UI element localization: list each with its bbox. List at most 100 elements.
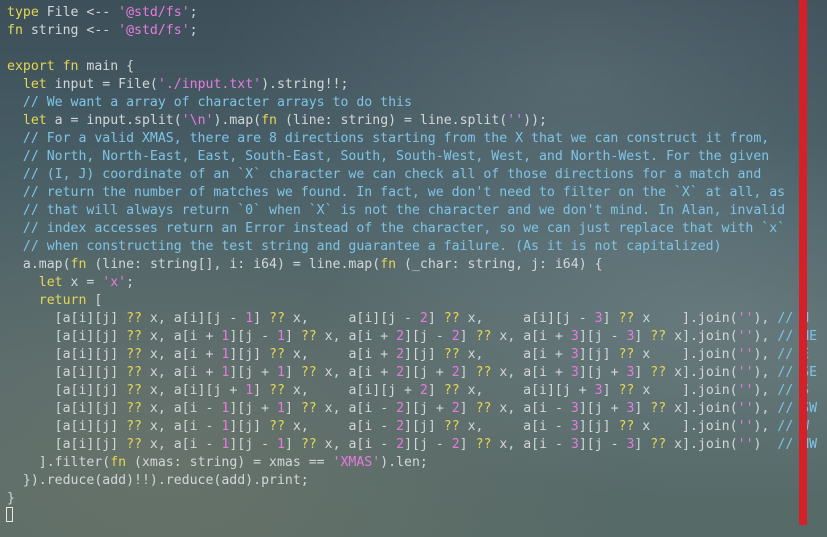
code-line: // when constructing the test string and… [7, 238, 817, 256]
code-token: // index accesses return an Error instea… [7, 221, 786, 236]
code-token: // when constructing the test string and… [7, 239, 722, 254]
code-token: ), [753, 401, 778, 416]
code-line: // For a valid XMAS, there are 8 directi… [7, 130, 817, 148]
code-token: ] [634, 437, 651, 452]
code-token: ?? [300, 365, 317, 380]
code-token: ?? [126, 383, 142, 398]
code-token: x, a[i][j + [141, 383, 246, 398]
code-token: '' [737, 347, 754, 362]
code-token: x, a[i + [141, 347, 222, 362]
code-token: ?? [443, 419, 460, 434]
code-token: '' [737, 383, 754, 398]
code-token: ][j - [229, 437, 277, 452]
code-token: ] [459, 401, 476, 416]
code-token: input = File( [46, 77, 158, 92]
code-line: let x = 'x'; [7, 274, 817, 292]
code-token: x = [62, 275, 103, 290]
code-token: ?? [126, 419, 142, 434]
code-token: ][j + [578, 401, 627, 416]
code-token: x, a[i + [141, 329, 222, 344]
code-token: ?? [443, 347, 460, 362]
code-token: ] [284, 365, 301, 380]
code-line: // index accesses return an Error instea… [7, 220, 817, 238]
code-token: ?? [126, 311, 142, 326]
code-token: ?? [618, 383, 635, 398]
code-token: [a[i][j] [7, 419, 127, 434]
code-token: 3 [570, 347, 579, 362]
code-token: [a[i][j] [7, 311, 127, 326]
code-editor[interactable]: type File <-- '@std/fs'; fn string <-- '@… [7, 4, 817, 508]
code-token: x, a[i - [141, 419, 222, 434]
code-token: ?? [475, 401, 492, 416]
code-token: ?? [126, 329, 142, 344]
code-token: // We want a array of character arrays t… [7, 95, 412, 110]
code-token: ] [634, 329, 651, 344]
code-token: ] [284, 401, 301, 416]
code-token: File <-- [38, 5, 119, 20]
code-token: x, a[i - [316, 437, 397, 452]
code-token: ][j - [404, 437, 452, 452]
terminal-window[interactable]: type File <-- '@std/fs'; fn string <-- '@… [0, 0, 827, 537]
code-token: ][j - [404, 329, 452, 344]
code-token: fn [7, 23, 23, 38]
code-token: ), [753, 311, 778, 326]
code-token: // return the number of matches we found… [7, 185, 786, 200]
code-token: ?? [126, 347, 142, 362]
code-token: ?? [269, 383, 285, 398]
code-token: ?? [475, 437, 492, 452]
code-token: 2 [396, 437, 405, 452]
code-line: }).reduce(add)!!).reduce(add).print; [7, 472, 817, 490]
code-token: x, a[i + [141, 365, 222, 380]
code-token: ][j + [404, 365, 452, 380]
code-token: ] [602, 383, 619, 398]
code-token: return [38, 293, 87, 308]
code-token: ?? [269, 419, 285, 434]
code-token: '@std/fs' [118, 23, 190, 38]
code-line: // We want a array of character arrays t… [7, 94, 817, 112]
code-token: fn [70, 257, 87, 272]
code-token: (xmas: string) = xmas == [126, 455, 333, 470]
code-token: x, a[i + [284, 347, 397, 362]
code-token: ] [459, 365, 476, 380]
code-token: x, a[i + [459, 347, 571, 362]
code-line: // North, North-East, East, South-East, … [7, 148, 817, 166]
code-token: ?? [650, 365, 667, 380]
code-token: ?? [475, 329, 492, 344]
code-token: // NW [777, 437, 818, 452]
scroll-marker [799, 0, 807, 525]
code-token: ).len; [380, 455, 428, 470]
code-token: // NE [777, 329, 818, 344]
code-token: ?? [618, 419, 635, 434]
code-token: ?? [300, 401, 317, 416]
code-line: ].filter(fn (xmas: string) = xmas == 'XM… [7, 454, 817, 472]
code-token: ] [253, 311, 270, 326]
code-token: )); [523, 113, 547, 128]
code-token: main { [78, 59, 135, 74]
code-token: [ [86, 293, 103, 308]
code-token: ][j] [578, 419, 619, 434]
code-token: ][j + [229, 401, 277, 416]
code-token: } [7, 491, 15, 506]
code-token: ?? [269, 311, 285, 326]
code-token: 1 [276, 437, 285, 452]
code-token: '\n' [181, 113, 214, 128]
code-token: let [38, 275, 63, 290]
code-line: [a[i][j] ?? x, a[i][j - 1] ?? x, a[i][j … [7, 310, 817, 328]
code-token: 1 [245, 383, 254, 398]
code-token: [a[i][j] [7, 437, 127, 452]
code-token: (line: string[], i: i64) = line.map( [86, 257, 381, 272]
code-token: ?? [618, 347, 635, 362]
code-token: ), [753, 383, 778, 398]
code-token: a.map( [7, 257, 71, 272]
code-token: ][j] [404, 419, 444, 434]
code-token: 3 [570, 419, 579, 434]
code-token: 3 [594, 383, 603, 398]
code-token: 2 [396, 401, 405, 416]
code-token: x, a[i - [141, 437, 222, 452]
code-line: } [7, 490, 817, 508]
code-token: [a[i][j] [7, 365, 127, 380]
code-token: x, a[i + [491, 365, 571, 380]
code-line: let input = File('./input.txt').string!!… [7, 76, 817, 94]
